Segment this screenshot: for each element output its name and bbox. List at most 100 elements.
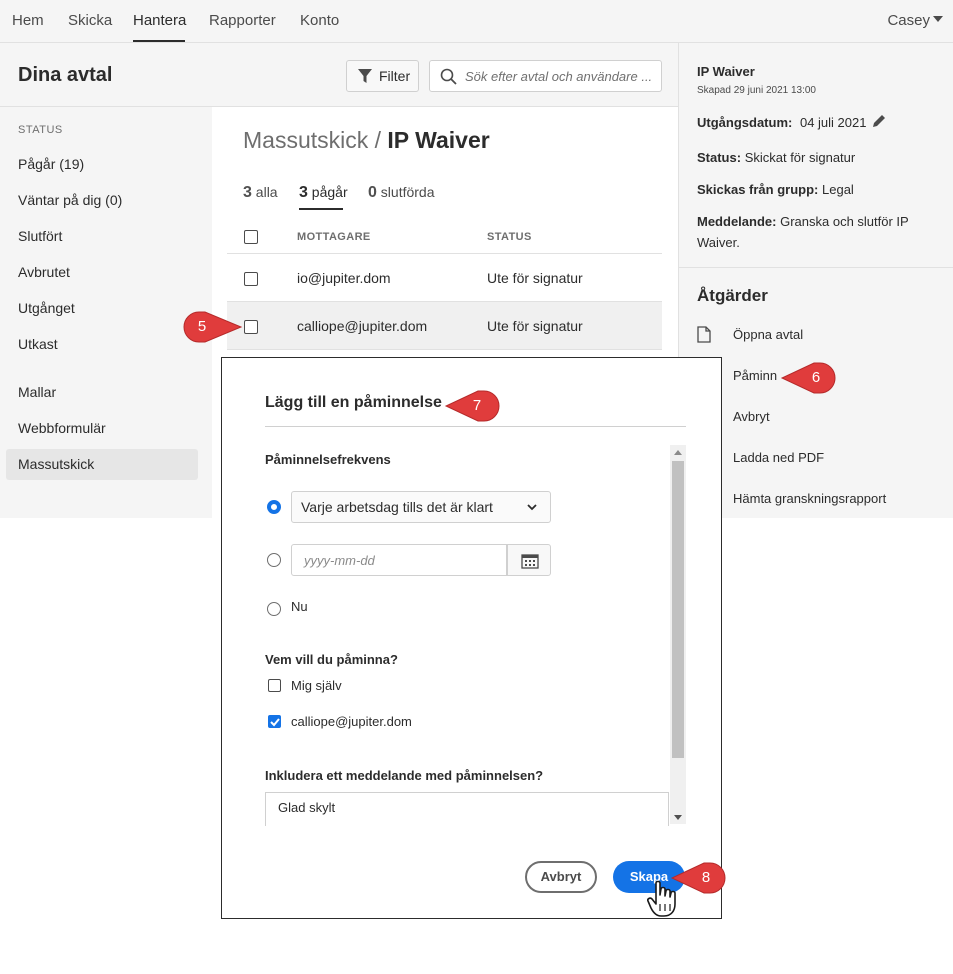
frequency-radio-now[interactable] — [267, 602, 281, 616]
tab-all-label: alla — [255, 184, 278, 200]
nav-home[interactable]: Hem — [12, 12, 44, 29]
sidebar-item-mass-send[interactable]: Massutskick — [6, 449, 198, 480]
sidebar-item-cancelled[interactable]: Avbrutet — [6, 257, 198, 288]
row-checkbox[interactable] — [244, 320, 258, 334]
expiry-label: Utgångsdatum: — [697, 115, 793, 130]
callout-5: 5 — [183, 311, 243, 343]
recipient-cell: io@jupiter.dom — [297, 270, 391, 286]
checkmark-icon — [270, 718, 280, 727]
tab-all[interactable]: 3 alla — [243, 184, 278, 202]
scroll-thumb[interactable] — [672, 461, 684, 758]
remind-recipient-checkbox[interactable] — [268, 715, 281, 728]
message-textarea[interactable]: Glad skylt — [265, 792, 669, 826]
breadcrumb-current: IP Waiver — [387, 127, 490, 153]
document-icon — [697, 326, 711, 343]
select-all-checkbox[interactable] — [244, 230, 258, 244]
tab-active-indicator — [299, 208, 343, 210]
status-cell: Ute för signatur — [487, 270, 583, 286]
status-line: Status: Skickat för signatur — [697, 147, 937, 168]
nav-manage[interactable]: Hantera — [133, 12, 186, 29]
now-label: Nu — [291, 599, 308, 614]
remind-recipient-label: calliope@jupiter.dom — [291, 714, 412, 729]
callout-5-label: 5 — [197, 318, 207, 335]
action-download-pdf[interactable]: Ladda ned PDF — [733, 450, 824, 465]
tab-in-progress-label: pågår — [311, 184, 348, 200]
remind-myself-checkbox[interactable] — [268, 679, 281, 692]
status-value: Skickat för signatur — [744, 150, 856, 165]
actions-heading: Åtgärder — [697, 286, 768, 305]
tab-in-progress[interactable]: 3 pågår — [299, 184, 348, 202]
sidebar-item-in-progress[interactable]: Pågår (19) — [6, 149, 198, 180]
sidebar: STATUS Pågår (19) Väntar på dig (0) Slut… — [0, 107, 212, 518]
sidebar-item-web-forms[interactable]: Webbformulär — [6, 413, 198, 444]
page-header: Dina avtal Filter Sök efter avtal och an… — [0, 43, 678, 107]
callout-8-label: 8 — [701, 869, 711, 886]
cancel-button[interactable]: Avbryt — [525, 861, 597, 893]
frequency-label: Påminnelsefrekvens — [265, 452, 391, 467]
sidebar-item-waiting[interactable]: Väntar på dig (0) — [6, 185, 198, 216]
nav-reports[interactable]: Rapporter — [209, 12, 276, 29]
tab-in-progress-count: 3 — [299, 184, 308, 201]
nav-send[interactable]: Skicka — [68, 12, 112, 29]
column-status[interactable]: STATUS — [487, 231, 532, 243]
recipient-cell: calliope@jupiter.dom — [297, 318, 428, 334]
action-cancel[interactable]: Avbryt — [733, 409, 770, 424]
expiry-line: Utgångsdatum: 04 juli 2021 — [697, 112, 937, 133]
date-field[interactable]: yyyy-mm-dd — [291, 544, 507, 576]
row-checkbox[interactable] — [244, 272, 258, 286]
column-recipient[interactable]: MOTTAGARE — [297, 231, 371, 243]
filter-icon — [358, 69, 372, 83]
sidebar-item-completed[interactable]: Slutfört — [6, 221, 198, 252]
chevron-down-icon — [527, 504, 537, 511]
filter-button[interactable]: Filter — [346, 60, 419, 92]
message-label: Meddelande: — [697, 214, 777, 229]
nav-active-indicator — [133, 40, 185, 42]
table-row[interactable]: io@jupiter.dom Ute för signatur — [227, 254, 662, 302]
nav-account[interactable]: Konto — [300, 12, 339, 29]
group-value: Legal — [822, 182, 854, 197]
message-line: Meddelande: Granska och slutför IP Waive… — [697, 211, 937, 253]
created-date: Skapad 29 juni 2021 13:00 — [697, 85, 816, 96]
scrollbar[interactable] — [670, 445, 686, 824]
top-nav: Hem Skicka Hantera Rapporter Konto Casey — [0, 0, 953, 43]
remind-myself-label: Mig själv — [291, 678, 342, 693]
message-text: Glad skylt — [278, 800, 336, 815]
frequency-selected-value: Varje arbetsdag tills det är klart — [301, 499, 493, 515]
who-label: Vem vill du påminna? — [265, 652, 398, 667]
calendar-icon — [521, 554, 539, 569]
search-placeholder: Sök efter avtal och användare ... — [465, 69, 653, 84]
calendar-button[interactable] — [507, 544, 551, 576]
divider — [679, 267, 953, 268]
sidebar-item-drafts[interactable]: Utkast — [6, 329, 198, 360]
action-open-agreement[interactable]: Öppna avtal — [733, 327, 803, 342]
tab-completed[interactable]: 0 slutförda — [368, 184, 435, 202]
callout-7: 7 — [444, 390, 500, 422]
callout-8: 8 — [670, 862, 726, 894]
frequency-radio-daily[interactable] — [267, 500, 281, 514]
scroll-down-icon[interactable] — [674, 815, 682, 820]
status-cell: Ute för signatur — [487, 318, 583, 334]
user-menu[interactable]: Casey — [887, 12, 943, 29]
scroll-up-icon[interactable] — [674, 450, 682, 455]
group-label: Skickas från grupp: — [697, 182, 819, 197]
search-input[interactable]: Sök efter avtal och användare ... — [429, 60, 662, 92]
date-placeholder: yyyy-mm-dd — [304, 553, 375, 568]
breadcrumb: Massutskick / IP Waiver — [243, 127, 490, 154]
tab-completed-label: slutförda — [380, 184, 435, 200]
table-header: MOTTAGARE STATUS — [227, 220, 662, 254]
sidebar-item-expired[interactable]: Utgånget — [6, 293, 198, 324]
frequency-select[interactable]: Varje arbetsdag tills det är klart — [291, 491, 551, 523]
frequency-radio-date[interactable] — [267, 553, 281, 567]
pencil-icon[interactable] — [871, 113, 887, 129]
action-audit-report[interactable]: Hämta granskningsrapport — [733, 491, 886, 506]
callout-7-label: 7 — [472, 397, 482, 414]
breadcrumb-parent[interactable]: Massutskick — [243, 127, 368, 153]
table-row[interactable]: calliope@jupiter.dom Ute för signatur — [227, 302, 662, 350]
action-remind[interactable]: Påminn — [733, 368, 777, 383]
callout-6: 6 — [780, 362, 836, 394]
breadcrumb-separator: / — [368, 127, 388, 153]
dialog-title: Lägg till en påminnelse — [265, 394, 442, 411]
sidebar-item-templates[interactable]: Mallar — [6, 377, 198, 408]
page-title: Dina avtal — [18, 64, 113, 86]
message-label: Inkludera ett meddelande med påminnelsen… — [265, 768, 544, 783]
